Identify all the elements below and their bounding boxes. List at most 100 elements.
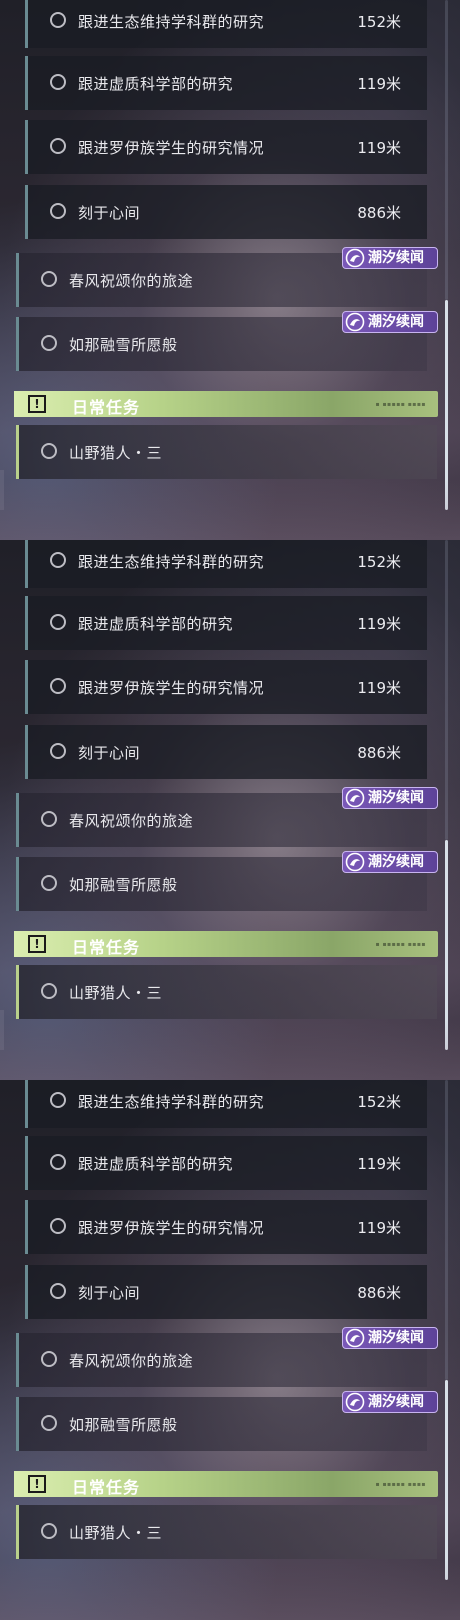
quest-label: 山野猎人・三 xyxy=(69,1524,163,1542)
quest-status-circle-icon xyxy=(50,552,66,568)
quest-label: 跟进罗伊族学生的研究情况 xyxy=(78,139,265,157)
quest-tracker-page: 跟进生态维持学科群的研究 152米 跟进虚质科学部的研究 119米 跟进罗伊族学… xyxy=(0,0,460,1620)
quest-status-circle-icon xyxy=(50,1218,66,1234)
tide-event-badge: 潮汐续闻 xyxy=(342,1327,438,1349)
daily-section-header[interactable]: ! 日常任务 ▪ ▪▪▪▪▪ ▪▪▪▪ xyxy=(14,1471,438,1497)
quest-distance: 152米 xyxy=(357,13,401,31)
quest-distance: 119米 xyxy=(357,1219,401,1237)
tide-swirl-icon xyxy=(345,852,365,872)
quest-row[interactable]: 跟进生态维持学科群的研究 152米 xyxy=(25,0,427,48)
quest-status-circle-icon xyxy=(50,678,66,694)
scrollbar-thumb[interactable] xyxy=(445,300,448,510)
quest-distance: 152米 xyxy=(357,1093,401,1111)
quest-row[interactable]: 跟进罗伊族学生的研究情况 119米 xyxy=(25,1200,427,1254)
decorative-stripe: ▪ ▪▪▪▪▪ ▪▪▪▪ xyxy=(375,941,426,948)
quest-row[interactable]: 跟进虚质科学部的研究 119米 xyxy=(25,596,427,650)
quest-label: 刻于心间 xyxy=(78,1284,141,1302)
quest-status-circle-icon xyxy=(41,811,57,827)
quest-distance: 119米 xyxy=(357,615,401,633)
quest-row[interactable]: 刻于心间 886米 xyxy=(25,1265,427,1319)
scrollbar-track[interactable] xyxy=(445,1080,448,1380)
tide-swirl-icon xyxy=(345,788,365,808)
quest-status-circle-icon xyxy=(50,74,66,90)
quest-row[interactable]: 跟进罗伊族学生的研究情况 119米 xyxy=(25,660,427,714)
scrollbar-track[interactable] xyxy=(445,540,448,840)
quest-status-circle-icon xyxy=(41,271,57,287)
quest-status-circle-icon xyxy=(50,1154,66,1170)
quest-status-circle-icon xyxy=(41,983,57,999)
quest-row[interactable]: 跟进生态维持学科群的研究 152米 xyxy=(25,540,427,588)
quest-label: 春风祝颂你的旅途 xyxy=(69,272,194,290)
quest-label: 跟进虚质科学部的研究 xyxy=(78,1155,234,1173)
quest-label: 山野猎人・三 xyxy=(69,444,163,462)
section-title: 日常任务 xyxy=(72,938,141,957)
quest-label: 刻于心间 xyxy=(78,744,141,762)
quest-row[interactable]: 刻于心间 886米 xyxy=(25,725,427,779)
quest-row[interactable]: 跟进罗伊族学生的研究情况 119米 xyxy=(25,120,427,174)
quest-panel: 跟进生态维持学科群的研究 152米 跟进虚质科学部的研究 119米 跟进罗伊族学… xyxy=(0,0,460,540)
quest-status-circle-icon xyxy=(50,614,66,630)
quest-status-circle-icon xyxy=(50,203,66,219)
scrollbar-thumb[interactable] xyxy=(445,1380,448,1580)
section-title: 日常任务 xyxy=(72,398,141,417)
quest-status-circle-icon xyxy=(41,875,57,891)
quest-row[interactable]: 跟进虚质科学部的研究 119米 xyxy=(25,1136,427,1190)
badge-label: 潮汐续闻 xyxy=(368,1330,424,1346)
left-edge-marker xyxy=(0,470,4,510)
quest-label: 跟进虚质科学部的研究 xyxy=(78,75,234,93)
badge-label: 潮汐续闻 xyxy=(368,854,424,870)
exclamation-icon: ! xyxy=(28,935,46,953)
quest-label: 跟进虚质科学部的研究 xyxy=(78,615,234,633)
decorative-stripe: ▪ ▪▪▪▪▪ ▪▪▪▪ xyxy=(375,1481,426,1488)
quest-distance: 886米 xyxy=(357,1284,401,1302)
quest-status-circle-icon xyxy=(50,1283,66,1299)
daily-section-header[interactable]: ! 日常任务 ▪ ▪▪▪▪▪ ▪▪▪▪ xyxy=(14,931,438,957)
quest-label: 如那融雪所愿般 xyxy=(69,1416,178,1434)
quest-label: 刻于心间 xyxy=(78,204,141,222)
tide-swirl-icon xyxy=(345,248,365,268)
badge-label: 潮汐续闻 xyxy=(368,790,424,806)
quest-row[interactable]: 刻于心间 886米 xyxy=(25,185,427,239)
section-title: 日常任务 xyxy=(72,1478,141,1497)
quest-label: 春风祝颂你的旅途 xyxy=(69,1352,194,1370)
exclamation-icon: ! xyxy=(28,1475,46,1493)
tide-swirl-icon xyxy=(345,1392,365,1412)
quest-panel: 跟进生态维持学科群的研究 152米 跟进虚质科学部的研究 119米 跟进罗伊族学… xyxy=(0,540,460,1080)
quest-distance: 886米 xyxy=(357,744,401,762)
tide-swirl-icon xyxy=(345,1328,365,1348)
quest-label: 山野猎人・三 xyxy=(69,984,163,1002)
daily-quest-row[interactable]: 山野猎人・三 xyxy=(16,965,437,1019)
quest-label: 跟进生态维持学科群的研究 xyxy=(78,1093,265,1111)
daily-quest-row[interactable]: 山野猎人・三 xyxy=(16,425,437,479)
quest-label: 春风祝颂你的旅途 xyxy=(69,812,194,830)
badge-label: 潮汐续闻 xyxy=(368,250,424,266)
tide-swirl-icon xyxy=(345,312,365,332)
quest-label: 跟进罗伊族学生的研究情况 xyxy=(78,679,265,697)
quest-label: 如那融雪所愿般 xyxy=(69,876,178,894)
badge-label: 潮汐续闻 xyxy=(368,1394,424,1410)
quest-row[interactable]: 跟进虚质科学部的研究 119米 xyxy=(25,56,427,110)
scrollbar-thumb[interactable] xyxy=(445,840,448,1050)
quest-status-circle-icon xyxy=(41,1523,57,1539)
quest-row[interactable]: 跟进生态维持学科群的研究 152米 xyxy=(25,1080,427,1128)
quest-status-circle-icon xyxy=(41,1415,57,1431)
quest-label: 如那融雪所愿般 xyxy=(69,336,178,354)
daily-section-header[interactable]: ! 日常任务 ▪ ▪▪▪▪▪ ▪▪▪▪ xyxy=(14,391,438,417)
scrollbar-track[interactable] xyxy=(445,0,448,300)
tide-event-badge: 潮汐续闻 xyxy=(342,851,438,873)
tide-event-badge: 潮汐续闻 xyxy=(342,1391,438,1413)
tide-event-badge: 潮汐续闻 xyxy=(342,311,438,333)
quest-status-circle-icon xyxy=(50,743,66,759)
left-edge-marker xyxy=(0,1010,4,1050)
quest-distance: 119米 xyxy=(357,679,401,697)
daily-quest-row[interactable]: 山野猎人・三 xyxy=(16,1505,437,1559)
quest-status-circle-icon xyxy=(41,443,57,459)
badge-label: 潮汐续闻 xyxy=(368,314,424,330)
quest-status-circle-icon xyxy=(50,1092,66,1108)
quest-status-circle-icon xyxy=(50,12,66,28)
exclamation-icon: ! xyxy=(28,395,46,413)
quest-label: 跟进生态维持学科群的研究 xyxy=(78,553,265,571)
quest-panel: 跟进生态维持学科群的研究 152米 跟进虚质科学部的研究 119米 跟进罗伊族学… xyxy=(0,1080,460,1620)
quest-distance: 119米 xyxy=(357,1155,401,1173)
quest-distance: 886米 xyxy=(357,204,401,222)
